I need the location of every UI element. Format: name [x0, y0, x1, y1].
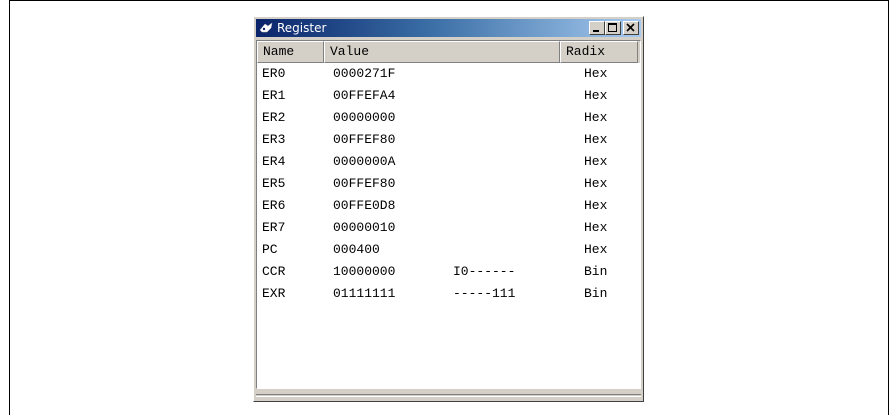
register-row[interactable]: ER6 00FFE0D8 Hex: [257, 195, 640, 217]
register-name: PC: [262, 242, 278, 257]
register-value: 0000000A: [333, 154, 396, 169]
register-row[interactable]: PC 000400 Hex: [257, 239, 640, 261]
window-bottom-edge: [256, 394, 641, 397]
register-value: 00FFE0D8: [333, 198, 396, 213]
maximize-button[interactable]: [605, 21, 621, 35]
register-radix: Hex: [584, 110, 608, 125]
register-value: 00FFEF80: [333, 132, 396, 147]
register-row[interactable]: ER5 00FFEF80 Hex: [257, 173, 640, 195]
register-row[interactable]: ER2 00000000 Hex: [257, 107, 640, 129]
register-name: ER6: [262, 198, 286, 213]
register-rows: ER0 0000271F Hex ER1 00FFEFA4 Hex ER2 00000000 H…: [257, 63, 640, 305]
register-radix: Bin: [584, 286, 608, 301]
register-row[interactable]: ER7 00000010 Hex: [257, 217, 640, 239]
register-name: ER3: [262, 132, 286, 147]
register-name: ER5: [262, 176, 286, 191]
register-name: CCR: [262, 264, 286, 279]
register-row[interactable]: CCR 10000000 I0------ Bin: [257, 261, 640, 283]
register-row[interactable]: ER4 0000000A Hex: [257, 151, 640, 173]
register-name: EXR: [262, 286, 286, 301]
register-radix: Hex: [584, 66, 608, 81]
register-radix: Hex: [584, 88, 608, 103]
close-icon: [626, 23, 635, 32]
close-button[interactable]: [623, 21, 639, 35]
register-window: Register Name Value Radix ER0 0000271F Hex…: [253, 16, 644, 402]
column-header-value[interactable]: Value: [324, 41, 560, 63]
maximize-icon: [608, 23, 617, 32]
register-value: 00FFEFA4: [333, 88, 396, 103]
minimize-button[interactable]: [589, 21, 605, 35]
register-value: 000400: [333, 242, 380, 257]
register-name: ER2: [262, 110, 286, 125]
register-row[interactable]: ER1 00FFEFA4 Hex: [257, 85, 640, 107]
register-value: 00FFEF80: [333, 176, 396, 191]
register-row[interactable]: ER3 00FFEF80 Hex: [257, 129, 640, 151]
list-header: Name Value Radix: [257, 41, 640, 63]
register-radix: Bin: [584, 264, 608, 279]
register-radix: Hex: [584, 132, 608, 147]
register-radix: Hex: [584, 176, 608, 191]
register-radix: Hex: [584, 198, 608, 213]
column-header-name[interactable]: Name: [257, 41, 324, 63]
minimize-icon: [593, 30, 599, 32]
column-header-radix[interactable]: Radix: [560, 41, 638, 63]
register-row[interactable]: EXR 01111111 -----111 Bin: [257, 283, 640, 305]
register-window-icon: [259, 20, 275, 36]
register-radix: Hex: [584, 242, 608, 257]
register-name: ER4: [262, 154, 286, 169]
register-value: 00000000: [333, 110, 396, 125]
register-radix: Hex: [584, 154, 608, 169]
register-row[interactable]: ER0 0000271F Hex: [257, 63, 640, 85]
register-name: ER7: [262, 220, 286, 235]
register-value: 00000010: [333, 220, 396, 235]
register-flags: I0------: [453, 264, 516, 279]
register-flags: -----111: [453, 286, 516, 301]
title-bar[interactable]: Register: [256, 19, 641, 37]
register-value: 01111111: [333, 286, 396, 301]
register-value: 0000271F: [333, 66, 396, 81]
register-name: ER0: [262, 66, 286, 81]
register-list[interactable]: Name Value Radix ER0 0000271F Hex ER1 00FFEF…: [256, 40, 641, 389]
window-title: Register: [277, 21, 327, 35]
register-name: ER1: [262, 88, 286, 103]
register-value: 10000000: [333, 264, 396, 279]
register-radix: Hex: [584, 220, 608, 235]
